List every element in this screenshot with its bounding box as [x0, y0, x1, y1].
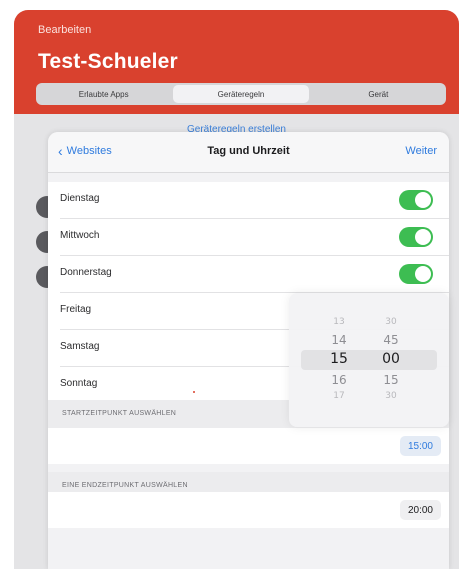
tab-allowed-apps[interactable]: Erlaubte Apps	[36, 83, 171, 105]
picker-value: 15	[383, 373, 399, 387]
edit-back-link[interactable]: Bearbeiten	[38, 24, 91, 36]
day-toggle[interactable]	[399, 264, 433, 284]
minute-wheel[interactable]: 30 45 00 15 30	[366, 293, 416, 427]
day-label: Samstag	[60, 341, 100, 352]
picker-value: 14	[331, 333, 347, 347]
day-toggle[interactable]	[399, 227, 433, 247]
picker-value: 30	[385, 391, 397, 401]
toggle-knob	[415, 229, 431, 245]
tab-device[interactable]: Gerät	[311, 83, 446, 105]
end-time-header-text: EINE ENDZEITPUNKT AUSWÄHLEN	[62, 482, 188, 489]
page-title: Test-Schueler	[38, 50, 178, 73]
modal-nav-bar: ‹ Websites Tag und Uhrzeit Weiter	[48, 132, 449, 173]
header-bar: Bearbeiten Test-Schueler Erlaubte Apps G…	[14, 10, 459, 114]
time-picker-popover: 13 14 15 16 17 30 45 00 15 30	[289, 293, 449, 427]
tab-bar: Erlaubte Apps Geräteregeln Gerät	[36, 83, 446, 105]
decorative-dot	[193, 391, 195, 393]
picker-selected-minute: 00	[382, 351, 400, 367]
start-time-row: 15:00	[48, 428, 449, 464]
day-label: Freitag	[60, 304, 92, 315]
toggle-knob	[415, 266, 431, 282]
toggle-knob	[415, 192, 431, 208]
picker-value: 30	[385, 317, 397, 327]
modal-title: Tag und Uhrzeit	[207, 145, 290, 157]
picker-selected-hour: 15	[330, 351, 348, 367]
picker-value: 16	[331, 373, 347, 387]
picker-value: 45	[383, 333, 399, 347]
end-time-value[interactable]: 20:00	[399, 500, 441, 520]
end-time-row: 20:00	[48, 492, 449, 528]
day-label: Sonntag	[60, 378, 98, 389]
picker-value: 13	[333, 317, 345, 327]
tab-device-rules[interactable]: Geräteregeln	[173, 85, 309, 103]
hour-wheel[interactable]: 13 14 15 16 17	[314, 293, 364, 427]
day-row-mittwoch: Mittwoch	[60, 219, 449, 256]
next-button[interactable]: Weiter	[405, 145, 437, 157]
day-label: Donnerstag	[60, 267, 112, 278]
start-time-header-text: STARTZEITPUNKT AUSWÄHLEN	[62, 410, 177, 417]
day-row-donnerstag: Donnerstag	[60, 256, 449, 293]
day-label: Dienstag	[60, 193, 100, 204]
day-toggle[interactable]	[399, 190, 433, 210]
start-time-value[interactable]: 15:00	[399, 436, 441, 456]
picker-value: 17	[333, 391, 345, 401]
day-label: Mittwoch	[60, 230, 100, 241]
day-row-dienstag: Dienstag	[60, 182, 449, 219]
